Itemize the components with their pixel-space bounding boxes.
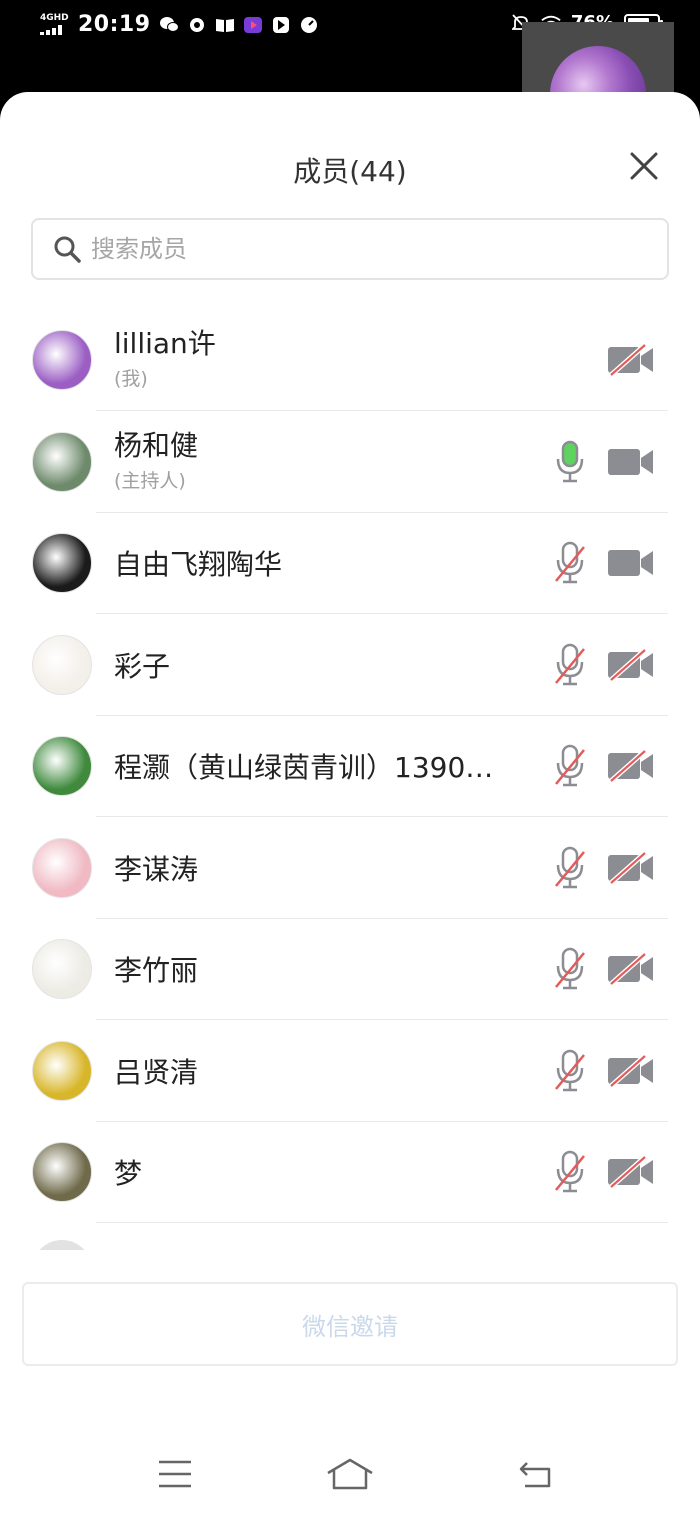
avatar [32, 1239, 92, 1250]
wechat-icon [159, 15, 179, 35]
wechat-invite-button[interactable]: 微信邀请 [22, 1282, 678, 1366]
avatar[interactable] [32, 939, 92, 999]
search-bar[interactable] [31, 218, 669, 280]
camera-off-icon[interactable] [607, 343, 655, 377]
clock: 20:19 [78, 12, 151, 37]
member-row[interactable]: 梦 [0, 1122, 700, 1223]
settings-badge-icon [187, 15, 207, 35]
home-button[interactable] [325, 1454, 375, 1494]
floating-video-window[interactable] [522, 22, 674, 98]
avatar[interactable] [32, 837, 92, 898]
book-icon [215, 15, 235, 35]
avatar[interactable] [32, 533, 92, 593]
floating-video-avatar [550, 46, 646, 98]
avatar[interactable] [32, 1142, 92, 1202]
network-type: 4GHD [40, 13, 69, 23]
back-icon [519, 1462, 551, 1488]
search-input[interactable] [91, 235, 611, 263]
member-row[interactable]: lillian许 (我) [0, 310, 700, 411]
mic-muted-icon[interactable] [554, 846, 586, 890]
member-name: 自由飞翔陶华 [114, 548, 283, 581]
mic-muted-icon[interactable] [554, 1150, 586, 1194]
member-name: 杨和健 [114, 428, 199, 462]
camera-off-icon[interactable] [607, 749, 655, 783]
mic-muted-icon[interactable] [554, 541, 586, 585]
member-list[interactable]: lillian许 (我) 杨和健 (主持人) 自由飞翔陶华 彩子程灏（黄山绿茵青训）139… [0, 310, 700, 1250]
close-icon [630, 152, 658, 180]
camera-off-icon[interactable] [607, 1053, 655, 1088]
avatar[interactable] [32, 736, 92, 796]
menu-icon [159, 1460, 191, 1488]
mic-muted-icon[interactable] [554, 947, 586, 991]
members-sheet: 成员(44) lillian许 (我) 杨和健 (主持人) 自由飞翔陶华彩子程灏（黄山绿… [0, 92, 700, 1516]
close-button[interactable] [628, 150, 660, 182]
camera-on-icon[interactable] [607, 547, 655, 579]
home-icon [327, 1458, 373, 1490]
member-row[interactable]: 李谋涛 [0, 818, 700, 919]
dark-app-icon [271, 15, 291, 35]
avatar[interactable] [32, 330, 92, 390]
camera-off-icon[interactable] [607, 1155, 655, 1189]
camera-off-icon[interactable] [607, 850, 655, 885]
member-row[interactable]: 吕贤清 [0, 1021, 700, 1122]
row-divider [96, 1222, 668, 1223]
member-name: 彩子 [114, 649, 171, 683]
member-name: 梦 [114, 1157, 143, 1190]
video-app-icon [243, 15, 263, 35]
member-row[interactable]: 杨和健 (主持人) [0, 412, 700, 513]
signal-icon [40, 25, 70, 35]
member-name: 李谋涛 [114, 852, 199, 886]
member-row[interactable]: 彩子 [0, 615, 700, 716]
member-row[interactable]: 李竹丽 [0, 919, 700, 1020]
avatar[interactable] [32, 1040, 92, 1101]
member-name: 程灏（黄山绿茵青训）1390… [114, 751, 494, 784]
member-name: lillian许 [114, 327, 216, 360]
status-left: 4GHD 20:19 [40, 12, 319, 37]
back-button[interactable] [510, 1454, 560, 1494]
member-role: (我) [114, 368, 148, 390]
member-name: 吕贤清 [114, 1055, 199, 1089]
member-name: 李竹丽 [114, 954, 199, 987]
system-nav-bar [0, 1432, 700, 1516]
camera-off-icon[interactable] [607, 647, 655, 682]
mic-muted-icon[interactable] [554, 744, 586, 788]
avatar[interactable] [32, 431, 92, 492]
mic-on-icon[interactable] [554, 440, 586, 484]
member-row[interactable]: 程灏（黄山绿茵青训）1390… [0, 716, 700, 817]
menu-button[interactable] [150, 1454, 200, 1494]
mic-muted-icon[interactable] [554, 1049, 586, 1093]
camera-off-icon[interactable] [607, 952, 655, 986]
sheet-title: 成员(44) [293, 155, 407, 188]
gauge-icon [299, 15, 319, 35]
member-row[interactable]: 自由飞翔陶华 [0, 513, 700, 614]
search-icon [54, 236, 81, 263]
network-indicator: 4GHD [40, 14, 70, 35]
avatar[interactable] [32, 634, 92, 695]
camera-on-icon[interactable] [607, 446, 655, 478]
mic-muted-icon[interactable] [554, 643, 586, 687]
member-role: (主持人) [114, 469, 186, 492]
